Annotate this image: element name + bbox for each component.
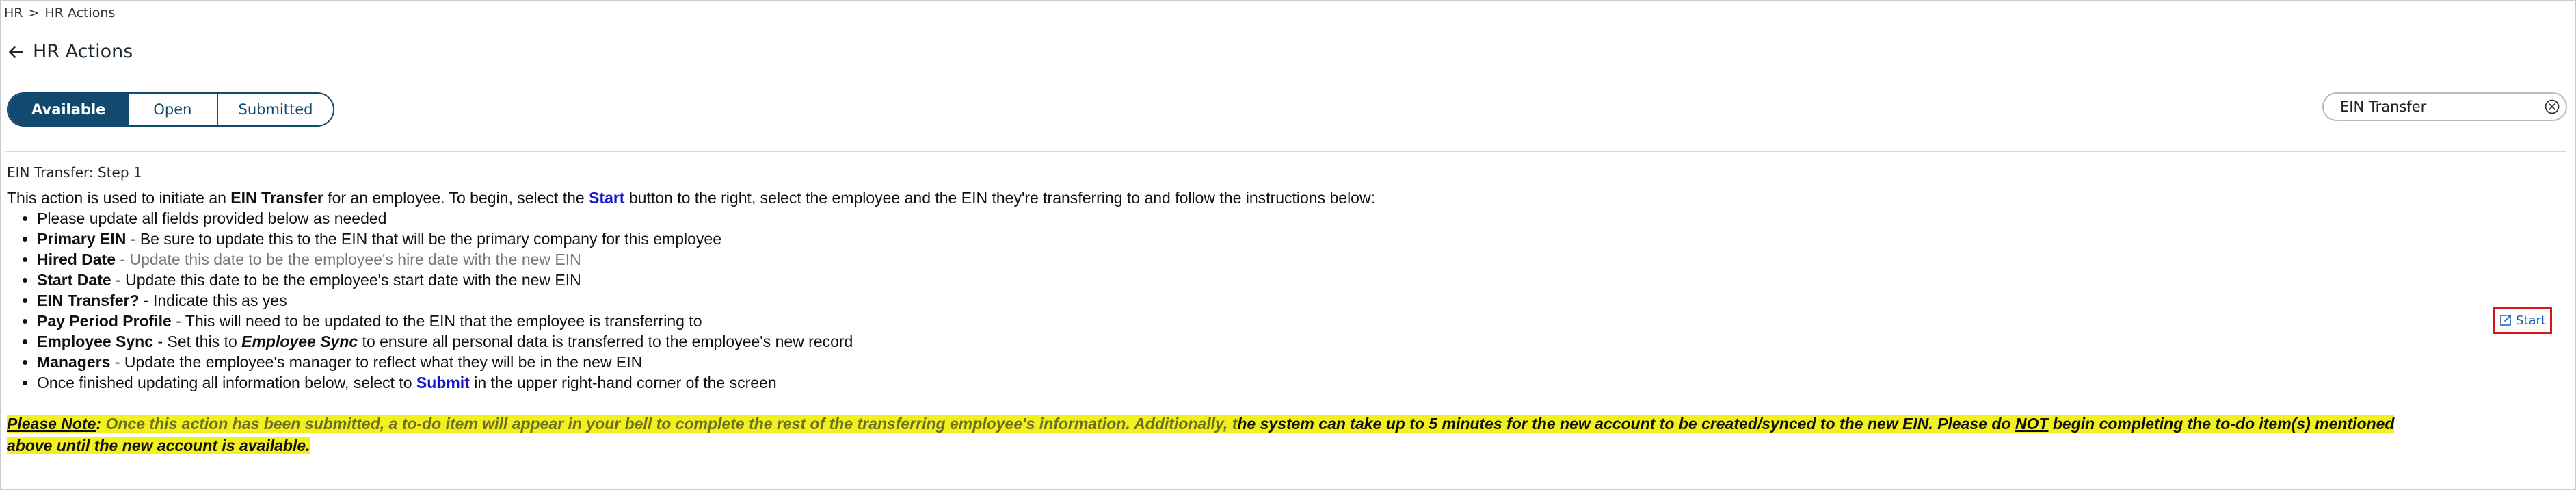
tab-submitted[interactable]: Submitted: [216, 94, 334, 125]
list-item: Managers - Update the employee's manager…: [37, 352, 1375, 372]
start-button[interactable]: Start: [2493, 307, 2552, 334]
search-box: [2322, 92, 2567, 121]
external-link-icon: [2499, 314, 2512, 326]
instructions-panel: This action is used to initiate an EIN T…: [7, 188, 1375, 393]
intro-ein-transfer: EIN Transfer: [230, 189, 323, 207]
search-input[interactable]: [2339, 98, 2544, 116]
list-item: Pay Period Profile - This will need to b…: [37, 311, 1375, 331]
note-label: Please Note: [7, 415, 96, 433]
status-tabs: Available Open Submitted: [7, 92, 335, 127]
breadcrumb-current: HR Actions: [44, 5, 116, 21]
breadcrumb-separator: >: [28, 5, 40, 21]
list-item: Once finished updating all information b…: [37, 372, 1375, 393]
intro-text: This action is used to initiate an EIN T…: [7, 189, 1375, 207]
list-item: Start Date - Update this date to be the …: [37, 270, 1375, 290]
tab-available[interactable]: Available: [8, 94, 128, 125]
list-item: Please update all fields provided below …: [37, 208, 1375, 229]
list-item: Primary EIN - Be sure to update this to …: [37, 229, 1375, 249]
step-title: EIN Transfer: Step 1: [7, 164, 142, 181]
list-item: Hired Date - Update this date to be the …: [37, 249, 1375, 270]
submission-note: Please Note: Once this action has been s…: [7, 415, 2395, 454]
start-button-label: Start: [2516, 313, 2546, 328]
page-header: HR Actions: [7, 41, 133, 62]
page-title: HR Actions: [33, 41, 133, 62]
breadcrumb-root[interactable]: HR: [4, 5, 23, 21]
intro-start-ref: Start: [589, 189, 625, 207]
tab-open[interactable]: Open: [127, 94, 216, 125]
list-item: EIN Transfer? - Indicate this as yes: [37, 290, 1375, 311]
clear-circle-icon[interactable]: [2544, 99, 2560, 115]
breadcrumb: HR > HR Actions: [4, 5, 115, 21]
instructions-list: Please update all fields provided below …: [7, 208, 1375, 393]
list-item: Employee Sync - Set this to Employee Syn…: [37, 331, 1375, 352]
arrow-left-icon[interactable]: [7, 43, 25, 61]
section-divider: [5, 151, 2566, 152]
